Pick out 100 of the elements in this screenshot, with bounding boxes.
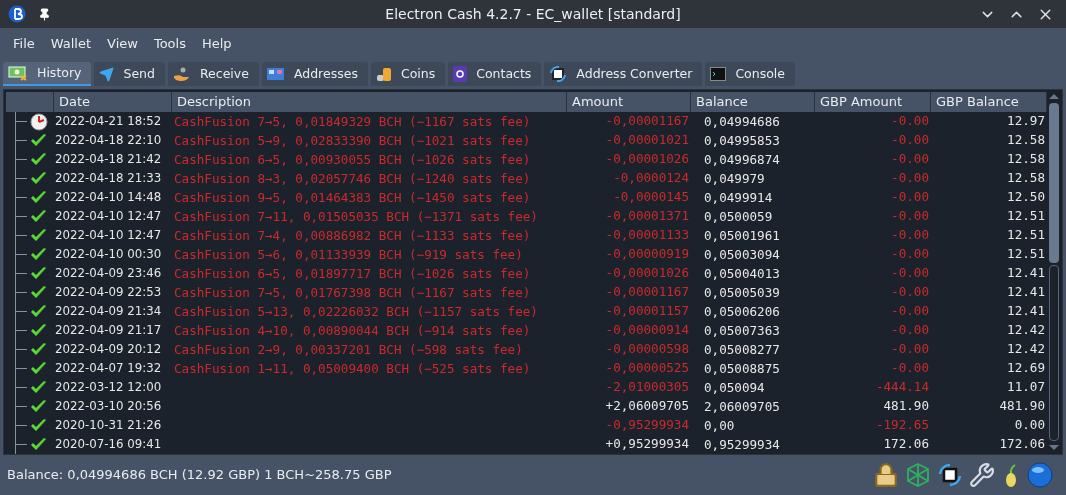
description-cell: CashFusion 7→11, 0,01505035 BCH (−1371 sats fee) <box>174 208 538 224</box>
checkmark-icon <box>30 228 47 243</box>
balance-cell: 0,050094 <box>704 379 765 395</box>
date-cell-text: 2022-03-10 20:56 <box>55 397 162 415</box>
gbp-amount-cell: -0.00 <box>891 321 929 340</box>
gbp-amount-cell: -0.00 <box>891 226 929 245</box>
gbp-amount-cell: 172.06 <box>883 435 929 454</box>
balance-cell: 0,05006206 <box>704 303 780 319</box>
balance-cell: 0,05007363 <box>704 322 780 338</box>
description-cell: CashFusion 6→5, 0,01897717 BCH (−1026 sats fee) <box>174 265 531 281</box>
scrollbar[interactable] <box>1047 92 1060 452</box>
pin-icon[interactable] <box>38 7 51 21</box>
menu-item[interactable]: Help <box>193 34 240 54</box>
tab[interactable]: Receive <box>167 62 259 86</box>
balance-cell: 0,049979 <box>704 170 765 186</box>
amount-cell: -0,00000525 <box>605 359 689 378</box>
date-cell-text: 2022-04-09 22:53 <box>55 283 162 301</box>
amount-cell: -0,00001371 <box>605 207 689 226</box>
gbp-amount-cell: -192.65 <box>875 416 929 435</box>
network-icon[interactable] <box>905 462 931 488</box>
tab[interactable]: Console <box>705 62 795 86</box>
description-cell: CashFusion 1→11, 0,05009400 BCH (−525 sats fee) <box>174 360 531 376</box>
address-book-icon <box>266 67 285 81</box>
balance-cell: 0,05001961 <box>704 227 780 243</box>
tab[interactable]: Address Converter <box>544 62 703 86</box>
tools-icon[interactable] <box>969 462 995 488</box>
checkmark-icon <box>30 133 47 148</box>
checkmark-icon <box>30 171 47 186</box>
gbp-balance-cell: 12.42 <box>1007 321 1045 340</box>
amount-cell: +0,95299934 <box>605 435 689 454</box>
gbp-amount-cell: -0.00 <box>891 340 929 359</box>
checkmark-icon <box>30 304 47 319</box>
amount-cell: -0,00000598 <box>605 340 689 359</box>
gbp-balance-cell: 12.50 <box>1007 188 1045 207</box>
lock-icon[interactable] <box>873 462 899 488</box>
terminal-icon <box>710 67 727 81</box>
sync-windows-icon[interactable] <box>937 462 963 488</box>
amount-cell: -0,00001026 <box>605 264 689 283</box>
amount-cell: -0,00000914 <box>605 321 689 340</box>
menu-item[interactable]: Tools <box>145 34 194 54</box>
gbp-amount-cell: -0.00 <box>891 302 929 321</box>
gbp-amount-cell: -444.14 <box>875 378 929 397</box>
date-cell-text: 2022-04-18 22:10 <box>55 131 162 149</box>
description-cell: CashFusion 8→3, 0,02057746 BCH (−1240 sats fee) <box>174 170 531 186</box>
gbp-amount-cell: -0.00 <box>891 283 929 302</box>
coins-icon <box>375 66 392 82</box>
gbp-balance-cell: 12.51 <box>1007 207 1045 226</box>
description-cell: CashFusion 6→5, 0,00930055 BCH (−1026 sats fee) <box>174 151 531 167</box>
menu-item[interactable]: View <box>99 34 146 54</box>
gbp-amount-cell: -0.00 <box>891 264 929 283</box>
balance-cell: 0,0500059 <box>704 208 773 224</box>
date-cell-text: 2022-04-10 12:47 <box>55 207 162 225</box>
date-cell-text: 2022-04-21 18:52 <box>55 112 162 130</box>
status-orb-icon[interactable] <box>1027 462 1053 488</box>
checkmark-icon <box>30 380 47 395</box>
gbp-amount-cell: -0.00 <box>891 112 929 131</box>
balance-cell: 0,05008875 <box>704 360 780 376</box>
balance-cell: 0,0499914 <box>704 189 773 205</box>
amount-cell: -0,00000919 <box>605 245 689 264</box>
checkmark-icon <box>30 209 47 224</box>
gbp-balance-cell: 12.41 <box>1007 302 1045 321</box>
balance-cell: 0,04995853 <box>704 132 780 148</box>
column-header[interactable]: GBP Amount <box>815 92 931 112</box>
gbp-balance-cell: 172.06 <box>999 435 1045 454</box>
clock-icon <box>30 112 48 131</box>
gbp-balance-cell: 12.51 <box>1007 245 1045 264</box>
tab[interactable]: Contacts <box>448 62 542 86</box>
tab[interactable]: History <box>3 62 92 86</box>
gbp-balance-cell: 12.41 <box>1007 283 1045 302</box>
amount-cell: -0,00001026 <box>605 150 689 169</box>
balance-cell: 0,05005039 <box>704 284 780 300</box>
date-cell-text: 2022-04-09 20:12 <box>55 340 162 358</box>
date-cell-text: 2022-03-12 12:00 <box>55 378 162 396</box>
banknote-icon <box>8 65 28 81</box>
amount-cell: -0,0000124 <box>613 169 689 188</box>
description-cell: CashFusion 2→9, 0,00337201 BCH (−598 sats fee) <box>174 341 523 357</box>
gbp-balance-cell: 11.07 <box>1007 378 1045 397</box>
column-header[interactable]: Description <box>172 92 567 112</box>
tab[interactable]: Coins <box>370 62 446 86</box>
menu-item[interactable]: Wallet <box>42 34 100 54</box>
gbp-balance-cell: 12.97 <box>1007 112 1045 131</box>
column-header[interactable]: Amount <box>567 92 691 112</box>
date-cell-text: 2020-07-16 09:41 <box>55 435 162 453</box>
balance-cell: 0,04996874 <box>704 151 780 167</box>
menu-item[interactable]: File <box>5 34 43 54</box>
balance-cell: 0,95299934 <box>704 436 780 452</box>
checkmark-icon <box>30 361 47 376</box>
tab[interactable]: Addresses <box>261 62 368 86</box>
date-cell-text: 2022-04-09 21:34 <box>55 302 162 320</box>
date-cell-text: 2022-04-10 00:30 <box>55 245 162 263</box>
checkmark-icon <box>30 323 47 338</box>
column-header[interactable]: Date <box>54 92 172 112</box>
balance-cell: 0,05008277 <box>704 341 780 357</box>
date-cell-text: 2022-04-07 19:32 <box>55 359 162 377</box>
balance-cell: 0,00 <box>704 417 735 433</box>
gbp-balance-cell: 12.58 <box>1007 169 1045 188</box>
column-header[interactable]: Balance <box>691 92 815 112</box>
description-cell: CashFusion 5→13, 0,02226032 BCH (−1157 sats fee) <box>174 303 538 319</box>
tab[interactable]: Send <box>94 62 165 86</box>
date-cell-text: 2022-04-10 14:48 <box>55 188 162 206</box>
